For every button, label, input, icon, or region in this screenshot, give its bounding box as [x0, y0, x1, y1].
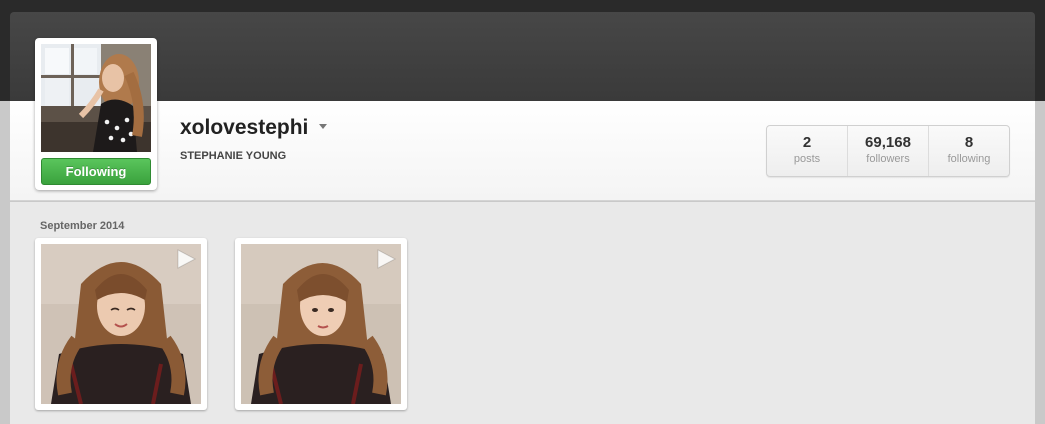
video-thumbnail[interactable]: [235, 238, 407, 410]
stat-value: 2: [802, 134, 812, 151]
full-name: STEPHANIE YOUNG: [180, 150, 287, 162]
following-button[interactable]: Following: [41, 158, 151, 185]
video-thumbnail[interactable]: [35, 238, 207, 410]
username: xolovestephi: [180, 116, 309, 139]
stat-value: 8: [964, 134, 974, 151]
stat-posts[interactable]: 2 posts: [767, 126, 848, 176]
stat-following[interactable]: 8 following: [929, 126, 1009, 176]
avatar-card: Following: [35, 38, 157, 190]
cover-banner: [10, 12, 1035, 101]
stat-label: followers: [866, 153, 910, 165]
play-icon: [177, 249, 197, 269]
avatar-image: [41, 44, 151, 152]
play-icon: [377, 249, 397, 269]
stat-label: following: [947, 153, 991, 165]
stat-value: 69,168: [865, 134, 911, 151]
stat-label: posts: [793, 153, 821, 165]
chevron-down-icon[interactable]: [319, 124, 327, 129]
profile-stats: 2 posts 69,168 followers 8 following: [766, 125, 1010, 177]
avatar[interactable]: [41, 44, 151, 152]
month-heading: September 2014: [40, 220, 125, 232]
stat-followers[interactable]: 69,168 followers: [848, 126, 929, 176]
